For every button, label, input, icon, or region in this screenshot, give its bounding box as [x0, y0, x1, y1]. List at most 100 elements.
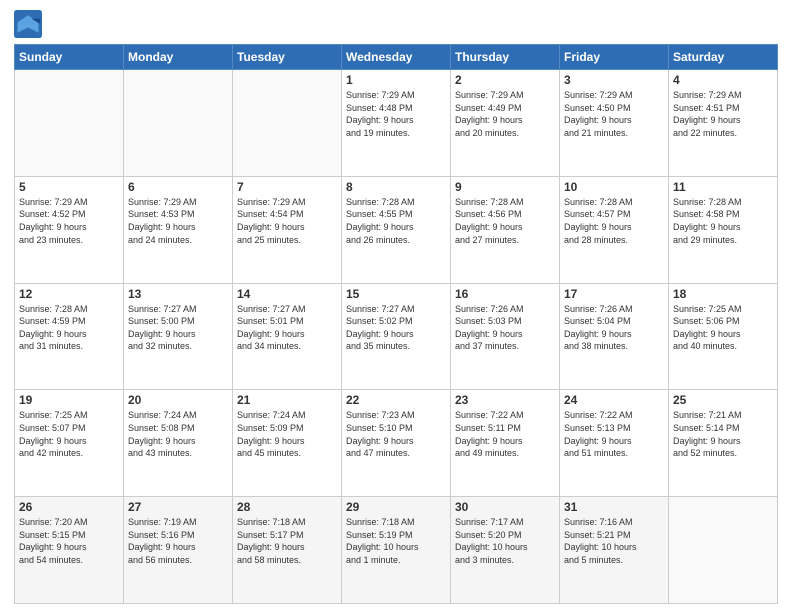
calendar-cell: 19 Sunrise: 7:25 AM Sunset: 5:07 PM Dayli… [15, 390, 124, 497]
weekday-header-tuesday: Tuesday [233, 45, 342, 70]
day-info: Sunrise: 7:19 AM Sunset: 5:16 PM Dayligh… [128, 516, 228, 566]
day-info: Sunrise: 7:28 AM Sunset: 4:58 PM Dayligh… [673, 196, 773, 246]
calendar-cell: 16Sunrise: 7:26 AM Sunset: 5:03 PM Dayli… [451, 283, 560, 390]
calendar-cell: 21 Sunrise: 7:24 AM Sunset: 5:09 PM Dayli… [233, 390, 342, 497]
day-number: 2 [455, 73, 555, 87]
calendar-cell: 28Sunrise: 7:18 AM Sunset: 5:17 PM Dayli… [233, 497, 342, 604]
day-number: 8 [346, 180, 446, 194]
day-info: Sunrise: 7:23 AM Sunset: 5:10 PM Dayligh… [346, 409, 446, 459]
weekday-header-friday: Friday [560, 45, 669, 70]
day-info: Sunrise: 7:24 AM Sunset: 5:08 PM Dayligh… [128, 409, 228, 459]
calendar-header: SundayMondayTuesdayWednesdayThursdayFrid… [15, 45, 778, 70]
weekday-header-saturday: Saturday [669, 45, 778, 70]
weekday-header-sunday: Sunday [15, 45, 124, 70]
day-info: Sunrise: 7:29 AM Sunset: 4:51 PM Dayligh… [673, 89, 773, 139]
day-number: 3 [564, 73, 664, 87]
day-number: 18 [673, 287, 773, 301]
calendar-cell: 24 Sunrise: 7:22 AM Sunset: 5:13 PM Dayli… [560, 390, 669, 497]
day-number: 27 [128, 500, 228, 514]
calendar-week-1: 1 Sunrise: 7:29 AM Sunset: 4:48 PM Daylig… [15, 70, 778, 177]
day-number: 10 [564, 180, 664, 194]
calendar-cell: 5 Sunrise: 7:29 AM Sunset: 4:52 PM Daylig… [15, 176, 124, 283]
calendar-week-4: 19 Sunrise: 7:25 AM Sunset: 5:07 PM Dayli… [15, 390, 778, 497]
page: SundayMondayTuesdayWednesdayThursdayFrid… [0, 0, 792, 612]
calendar-cell: 4 Sunrise: 7:29 AM Sunset: 4:51 PM Daylig… [669, 70, 778, 177]
day-number: 21 [237, 393, 337, 407]
day-number: 15 [346, 287, 446, 301]
weekday-header-monday: Monday [124, 45, 233, 70]
day-number: 30 [455, 500, 555, 514]
day-number: 1 [346, 73, 446, 87]
calendar-cell: 23 Sunrise: 7:22 AM Sunset: 5:11 PM Dayli… [451, 390, 560, 497]
calendar-cell: 29 Sunrise: 7:18 AM Sunset: 5:19 PM Dayli… [342, 497, 451, 604]
day-number: 31 [564, 500, 664, 514]
calendar-cell: 27 Sunrise: 7:19 AM Sunset: 5:16 PM Dayli… [124, 497, 233, 604]
day-number: 12 [19, 287, 119, 301]
day-number: 7 [237, 180, 337, 194]
calendar-cell: 10 Sunrise: 7:28 AM Sunset: 4:57 PM Dayli… [560, 176, 669, 283]
calendar-cell: 11 Sunrise: 7:28 AM Sunset: 4:58 PM Dayli… [669, 176, 778, 283]
calendar-week-5: 26 Sunrise: 7:20 AM Sunset: 5:15 PM Dayli… [15, 497, 778, 604]
weekday-header-thursday: Thursday [451, 45, 560, 70]
day-number: 19 [19, 393, 119, 407]
day-info: Sunrise: 7:18 AM Sunset: 5:17 PM Dayligh… [237, 516, 337, 566]
day-info: Sunrise: 7:26 AM Sunset: 5:03 PM Dayligh… [455, 303, 555, 353]
weekday-row: SundayMondayTuesdayWednesdayThursdayFrid… [15, 45, 778, 70]
calendar-cell: 7Sunrise: 7:29 AM Sunset: 4:54 PM Daylig… [233, 176, 342, 283]
day-info: Sunrise: 7:29 AM Sunset: 4:53 PM Dayligh… [128, 196, 228, 246]
day-number: 26 [19, 500, 119, 514]
day-info: Sunrise: 7:22 AM Sunset: 5:13 PM Dayligh… [564, 409, 664, 459]
calendar-cell [124, 70, 233, 177]
calendar-cell: 3 Sunrise: 7:29 AM Sunset: 4:50 PM Daylig… [560, 70, 669, 177]
day-number: 14 [237, 287, 337, 301]
calendar-cell: 2 Sunrise: 7:29 AM Sunset: 4:49 PM Daylig… [451, 70, 560, 177]
day-info: Sunrise: 7:24 AM Sunset: 5:09 PM Dayligh… [237, 409, 337, 459]
calendar-cell: 26 Sunrise: 7:20 AM Sunset: 5:15 PM Dayli… [15, 497, 124, 604]
calendar-cell: 31Sunrise: 7:16 AM Sunset: 5:21 PM Dayli… [560, 497, 669, 604]
day-info: Sunrise: 7:29 AM Sunset: 4:48 PM Dayligh… [346, 89, 446, 139]
calendar-cell [15, 70, 124, 177]
weekday-header-wednesday: Wednesday [342, 45, 451, 70]
day-info: Sunrise: 7:28 AM Sunset: 4:55 PM Dayligh… [346, 196, 446, 246]
day-info: Sunrise: 7:28 AM Sunset: 4:59 PM Dayligh… [19, 303, 119, 353]
calendar-cell: 14 Sunrise: 7:27 AM Sunset: 5:01 PM Dayli… [233, 283, 342, 390]
day-number: 4 [673, 73, 773, 87]
day-number: 23 [455, 393, 555, 407]
day-number: 17 [564, 287, 664, 301]
day-number: 24 [564, 393, 664, 407]
day-info: Sunrise: 7:22 AM Sunset: 5:11 PM Dayligh… [455, 409, 555, 459]
day-number: 5 [19, 180, 119, 194]
day-info: Sunrise: 7:29 AM Sunset: 4:52 PM Dayligh… [19, 196, 119, 246]
day-info: Sunrise: 7:29 AM Sunset: 4:49 PM Dayligh… [455, 89, 555, 139]
calendar-cell: 25Sunrise: 7:21 AM Sunset: 5:14 PM Dayli… [669, 390, 778, 497]
day-number: 22 [346, 393, 446, 407]
day-info: Sunrise: 7:28 AM Sunset: 4:56 PM Dayligh… [455, 196, 555, 246]
day-info: Sunrise: 7:25 AM Sunset: 5:06 PM Dayligh… [673, 303, 773, 353]
day-info: Sunrise: 7:25 AM Sunset: 5:07 PM Dayligh… [19, 409, 119, 459]
calendar-cell: 6Sunrise: 7:29 AM Sunset: 4:53 PM Daylig… [124, 176, 233, 283]
calendar-week-3: 12 Sunrise: 7:28 AM Sunset: 4:59 PM Dayli… [15, 283, 778, 390]
calendar-cell: 20Sunrise: 7:24 AM Sunset: 5:08 PM Dayli… [124, 390, 233, 497]
calendar-cell: 12 Sunrise: 7:28 AM Sunset: 4:59 PM Dayli… [15, 283, 124, 390]
calendar-cell [669, 497, 778, 604]
logo [14, 10, 44, 38]
calendar-cell: 17Sunrise: 7:26 AM Sunset: 5:04 PM Dayli… [560, 283, 669, 390]
day-info: Sunrise: 7:21 AM Sunset: 5:14 PM Dayligh… [673, 409, 773, 459]
calendar-cell: 22 Sunrise: 7:23 AM Sunset: 5:10 PM Dayli… [342, 390, 451, 497]
day-info: Sunrise: 7:28 AM Sunset: 4:57 PM Dayligh… [564, 196, 664, 246]
day-info: Sunrise: 7:29 AM Sunset: 4:50 PM Dayligh… [564, 89, 664, 139]
day-number: 13 [128, 287, 228, 301]
calendar-cell: 1 Sunrise: 7:29 AM Sunset: 4:48 PM Daylig… [342, 70, 451, 177]
calendar-table: SundayMondayTuesdayWednesdayThursdayFrid… [14, 44, 778, 604]
day-info: Sunrise: 7:27 AM Sunset: 5:02 PM Dayligh… [346, 303, 446, 353]
day-info: Sunrise: 7:20 AM Sunset: 5:15 PM Dayligh… [19, 516, 119, 566]
day-info: Sunrise: 7:18 AM Sunset: 5:19 PM Dayligh… [346, 516, 446, 566]
calendar-cell: 13Sunrise: 7:27 AM Sunset: 5:00 PM Dayli… [124, 283, 233, 390]
day-info: Sunrise: 7:17 AM Sunset: 5:20 PM Dayligh… [455, 516, 555, 566]
calendar-body: 1 Sunrise: 7:29 AM Sunset: 4:48 PM Daylig… [15, 70, 778, 604]
calendar-cell: 18 Sunrise: 7:25 AM Sunset: 5:06 PM Dayli… [669, 283, 778, 390]
day-info: Sunrise: 7:27 AM Sunset: 5:01 PM Dayligh… [237, 303, 337, 353]
logo-icon [14, 10, 42, 38]
day-number: 11 [673, 180, 773, 194]
day-number: 29 [346, 500, 446, 514]
